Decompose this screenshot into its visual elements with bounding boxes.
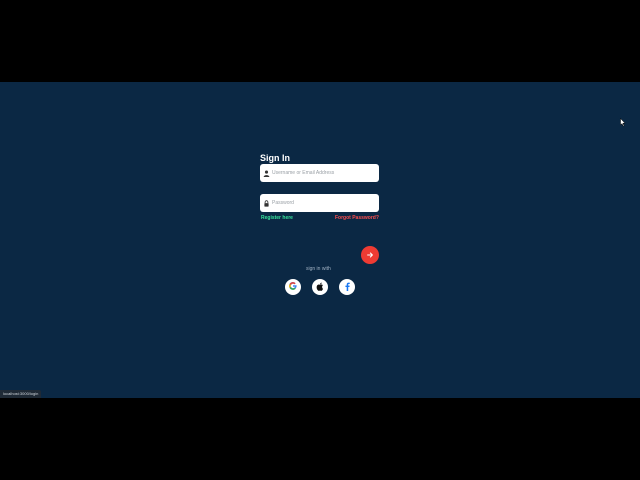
- page-title: Sign In: [260, 153, 290, 163]
- password-input[interactable]: [272, 200, 372, 206]
- google-icon: [288, 278, 298, 296]
- password-field[interactable]: [260, 194, 379, 212]
- apple-icon: [316, 278, 325, 296]
- sign-in-with-label: sign in with: [306, 266, 331, 272]
- register-link[interactable]: Register here: [261, 215, 293, 221]
- google-sign-in-button[interactable]: [285, 279, 301, 295]
- mouse-cursor-icon: [620, 114, 626, 132]
- facebook-icon: [343, 278, 352, 296]
- page-viewport: Sign In Register here Forgot Password? s…: [0, 82, 640, 398]
- username-input[interactable]: [272, 170, 372, 176]
- facebook-sign-in-button[interactable]: [339, 279, 355, 295]
- forgot-password-link[interactable]: Forgot Password?: [335, 215, 379, 221]
- apple-sign-in-button[interactable]: [312, 279, 328, 295]
- username-field[interactable]: [260, 164, 379, 182]
- status-bar-url: localhost:3000/login: [0, 390, 42, 398]
- arrow-right-icon: [366, 246, 374, 264]
- user-icon: [260, 164, 272, 182]
- submit-button[interactable]: [361, 246, 379, 264]
- lock-icon: [260, 194, 272, 212]
